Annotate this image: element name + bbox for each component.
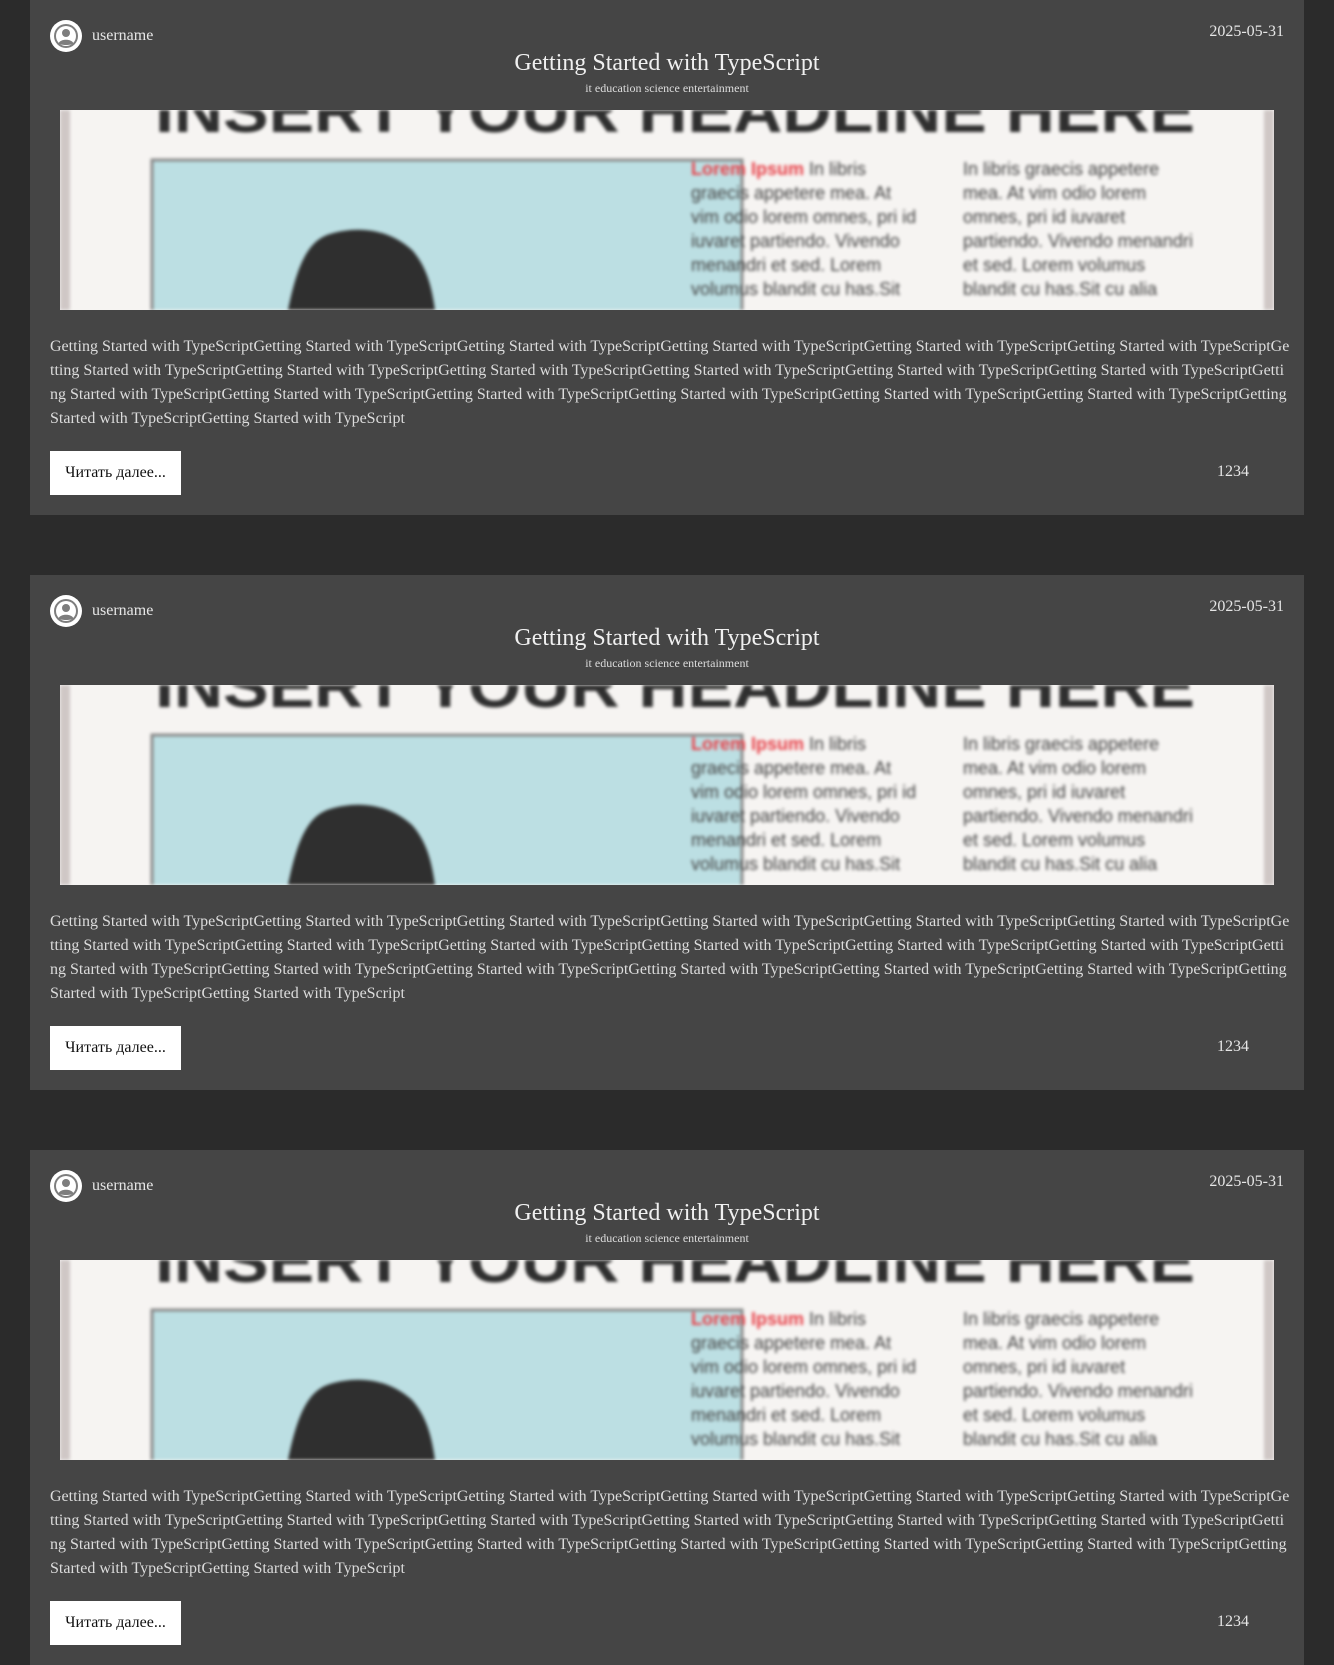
username-label[interactable]: username — [92, 1177, 153, 1195]
banner-headline: INSERT YOUR HEADLINE HERE — [155, 685, 1195, 720]
post-tags: it education science entertainment — [585, 656, 749, 670]
post-date: 2025-05-31 — [1209, 1173, 1284, 1190]
post-tags: it education science entertainment — [585, 81, 749, 95]
post-cover-image[interactable]: INSERT YOUR HEADLINE HERE Lorem Ipsum In… — [60, 1260, 1274, 1460]
post-excerpt: Getting Started with TypeScriptGetting S… — [50, 1488, 1290, 1577]
post-date: 2025-05-31 — [1209, 23, 1284, 40]
post-card-1: username 2025-05-31 Getting Started with… — [30, 0, 1304, 515]
post-title[interactable]: Getting Started with TypeScript — [30, 625, 1304, 652]
view-count: 1234 — [1217, 1613, 1249, 1630]
username-label[interactable]: username — [92, 602, 153, 620]
post-author[interactable]: username — [50, 595, 153, 627]
post-card-3: username 2025-05-31 Getting Started with… — [30, 1150, 1304, 1665]
user-avatar-icon[interactable] — [50, 20, 82, 52]
username-label[interactable]: username — [92, 27, 153, 45]
post-author[interactable]: username — [50, 20, 153, 52]
read-more-button[interactable]: Читать далее... — [50, 1026, 181, 1070]
post-date: 2025-05-31 — [1209, 598, 1284, 615]
read-more-button[interactable]: Читать далее... — [50, 451, 181, 495]
post-cover-image[interactable]: INSERT YOUR HEADLINE HERE Lorem Ipsum In… — [60, 110, 1274, 310]
view-count: 1234 — [1217, 1038, 1249, 1055]
post-feed: username 2025-05-31 Getting Started with… — [0, 0, 1334, 1665]
post-author[interactable]: username — [50, 1170, 153, 1202]
banner-headline: INSERT YOUR HEADLINE HERE — [155, 1260, 1195, 1295]
user-avatar-icon[interactable] — [50, 1170, 82, 1202]
post-excerpt: Getting Started with TypeScriptGetting S… — [50, 338, 1290, 427]
banner-headline: INSERT YOUR HEADLINE HERE — [155, 110, 1195, 145]
post-title[interactable]: Getting Started with TypeScript — [30, 50, 1304, 77]
post-tags: it education science entertainment — [585, 1231, 749, 1245]
post-card-2: username 2025-05-31 Getting Started with… — [30, 575, 1304, 1090]
post-excerpt: Getting Started with TypeScriptGetting S… — [50, 913, 1290, 1002]
view-count: 1234 — [1217, 463, 1249, 480]
post-cover-image[interactable]: INSERT YOUR HEADLINE HERE Lorem Ipsum In… — [60, 685, 1274, 885]
read-more-button[interactable]: Читать далее... — [50, 1601, 181, 1645]
user-avatar-icon[interactable] — [50, 595, 82, 627]
post-title[interactable]: Getting Started with TypeScript — [30, 1200, 1304, 1227]
